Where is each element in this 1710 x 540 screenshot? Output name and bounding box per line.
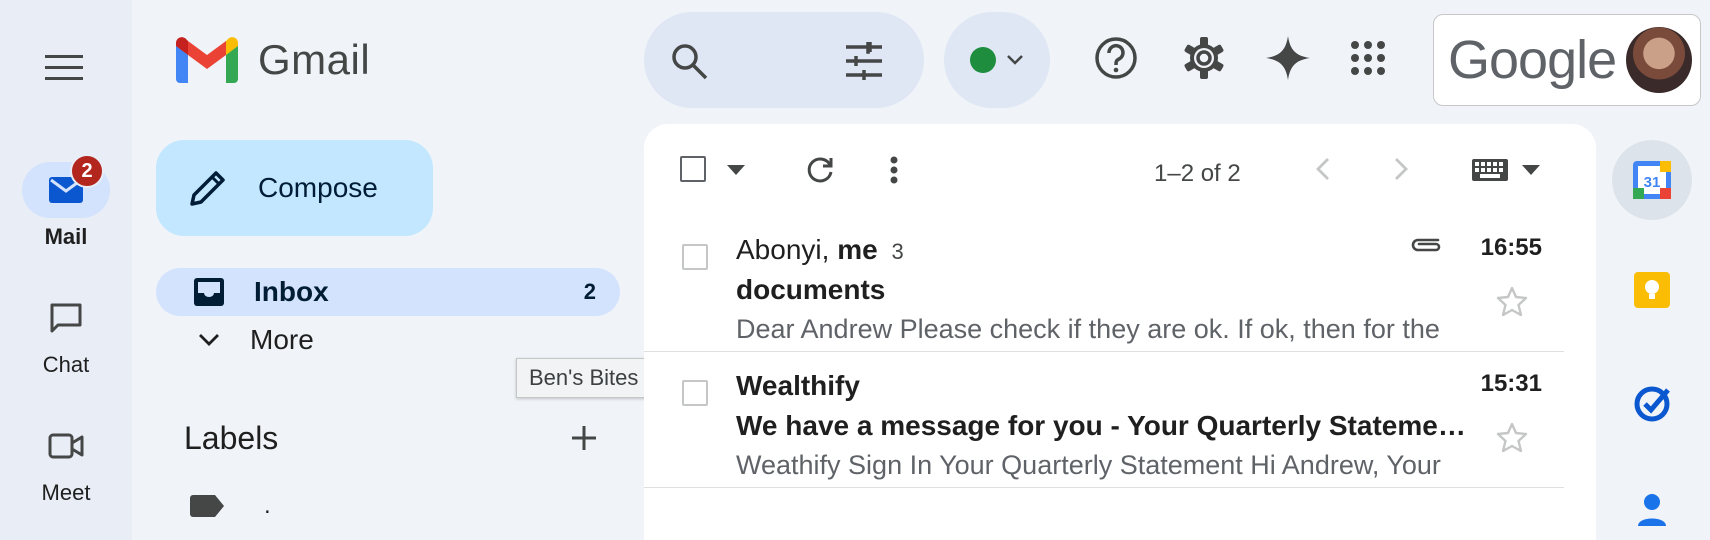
rail-mail-icon-wrap: 2 — [22, 154, 110, 218]
checkbox[interactable] — [680, 156, 706, 182]
caret-down-icon — [1522, 165, 1540, 175]
nav-more-label: More — [250, 324, 314, 355]
sender-name-unread: Wealthify — [736, 370, 860, 401]
input-tools-button[interactable] — [1456, 154, 1556, 186]
hamburger-icon — [45, 55, 83, 80]
status-selector[interactable] — [944, 12, 1050, 108]
rail-item-chat[interactable]: Chat — [0, 290, 132, 378]
pagination-info: 1–2 of 2 — [1154, 160, 1241, 187]
nav-item-more[interactable]: More — [156, 316, 620, 364]
gmail-logo[interactable]: Gmail — [176, 36, 370, 84]
select-all-checkbox[interactable] — [680, 156, 706, 182]
star-icon[interactable] — [1496, 286, 1528, 316]
avatar[interactable] — [1626, 27, 1692, 93]
email-snippet: Dear Andrew Please check if they are ok.… — [736, 314, 1440, 344]
message-list-panel: 1–2 of 2 Abonyi, me 3 16:55 documents De… — [644, 124, 1596, 540]
gmail-m-icon — [176, 37, 238, 83]
search-icon[interactable] — [670, 42, 710, 82]
chevron-right-icon — [1395, 158, 1408, 180]
email-sender: Wealthify — [736, 370, 860, 402]
rail-label-chat: Chat — [42, 352, 90, 377]
email-subject: documents — [736, 274, 886, 305]
more-options-button[interactable] — [884, 152, 904, 188]
chevron-left-icon — [1316, 158, 1329, 180]
plus-icon — [572, 426, 596, 450]
sender-name-unread: me — [837, 234, 878, 265]
label-tag-icon — [190, 495, 224, 517]
rail-label-mail: Mail — [44, 224, 88, 249]
rail-meet-icon-wrap — [22, 418, 110, 474]
nav-inbox-label: Inbox — [254, 276, 329, 307]
star-icon[interactable] — [1496, 422, 1528, 452]
nav-inbox-count: 2 — [583, 279, 596, 304]
account-switcher[interactable]: Google — [1433, 14, 1701, 106]
label-item[interactable]: . — [190, 492, 271, 520]
svg-text:31: 31 — [1644, 174, 1661, 191]
contacts-app-button[interactable] — [1612, 470, 1692, 540]
support-button[interactable] — [1092, 34, 1140, 82]
sender-name: Abonyi, — [736, 234, 830, 265]
email-subject: We have a message for you - Your Quarter… — [736, 410, 1476, 441]
search-options-icon[interactable] — [844, 42, 884, 80]
apps-button[interactable] — [1344, 34, 1392, 82]
email-time: 15:31 — [1480, 370, 1542, 397]
pencil-icon — [190, 171, 225, 206]
google-brand-text: Google — [1448, 30, 1617, 90]
inbox-icon — [194, 278, 224, 306]
email-snippet: Weathify Sign In Your Quarterly Statemen… — [736, 450, 1441, 480]
create-label-button[interactable] — [562, 416, 606, 460]
older-button[interactable] — [1386, 154, 1416, 184]
keep-app-button[interactable] — [1612, 250, 1692, 330]
label-item-name: . — [264, 492, 271, 519]
nav-item-inbox[interactable]: Inbox 2 — [156, 268, 620, 316]
rail-item-mail[interactable]: 2 Mail — [0, 154, 132, 250]
calendar-app-button[interactable]: 31 — [1612, 140, 1692, 220]
tasks-app-button[interactable] — [1612, 364, 1692, 444]
attachment-icon — [1411, 238, 1441, 252]
active-status-dot — [970, 47, 996, 73]
keep-icon — [1634, 272, 1670, 308]
main-menu-button[interactable] — [40, 44, 88, 92]
row-checkbox[interactable] — [682, 380, 708, 406]
sparkle-icon — [1266, 36, 1310, 80]
video-icon — [48, 433, 84, 459]
email-sender: Abonyi, me 3 — [736, 234, 904, 266]
search-bar[interactable] — [644, 12, 924, 108]
select-dropdown-button[interactable] — [724, 158, 748, 182]
mail-unread-badge: 2 — [70, 154, 104, 188]
tasks-icon — [1634, 386, 1670, 422]
apps-grid-icon — [1351, 41, 1385, 75]
rail-chat-icon-wrap — [22, 290, 110, 346]
chat-icon — [50, 303, 82, 333]
more-vert-icon — [890, 156, 898, 184]
settings-button[interactable] — [1180, 34, 1228, 82]
calendar-icon: 31 — [1633, 161, 1671, 199]
newer-button[interactable] — [1308, 154, 1338, 184]
rail-item-meet[interactable]: Meet — [0, 418, 132, 506]
navigation-rail: 2 Mail Chat Meet — [0, 0, 132, 540]
caret-down-icon — [727, 165, 745, 175]
gmail-logo-text: Gmail — [258, 36, 371, 83]
gemini-button[interactable] — [1264, 34, 1312, 82]
email-row[interactable]: Wealthify 15:31 We have a message for yo… — [644, 352, 1564, 488]
compose-button[interactable]: Compose — [156, 140, 433, 236]
row-checkbox[interactable] — [682, 244, 708, 270]
email-time: 16:55 — [1480, 234, 1542, 261]
labels-heading: Labels — [184, 420, 279, 456]
compose-label: Compose — [258, 172, 378, 203]
thread-count: 3 — [891, 239, 904, 264]
gear-icon — [1184, 37, 1224, 79]
rail-label-meet: Meet — [41, 480, 91, 505]
chevron-down-icon — [199, 334, 219, 346]
help-icon — [1095, 37, 1137, 79]
refresh-button[interactable] — [802, 152, 838, 188]
chevron-down-icon — [1007, 55, 1023, 65]
refresh-icon — [807, 157, 833, 183]
contacts-icon — [1638, 494, 1666, 526]
keyboard-icon — [1472, 159, 1508, 181]
tooltip: Ben's Bites — [516, 358, 652, 398]
email-row[interactable]: Abonyi, me 3 16:55 documents Dear Andrew… — [644, 216, 1564, 352]
